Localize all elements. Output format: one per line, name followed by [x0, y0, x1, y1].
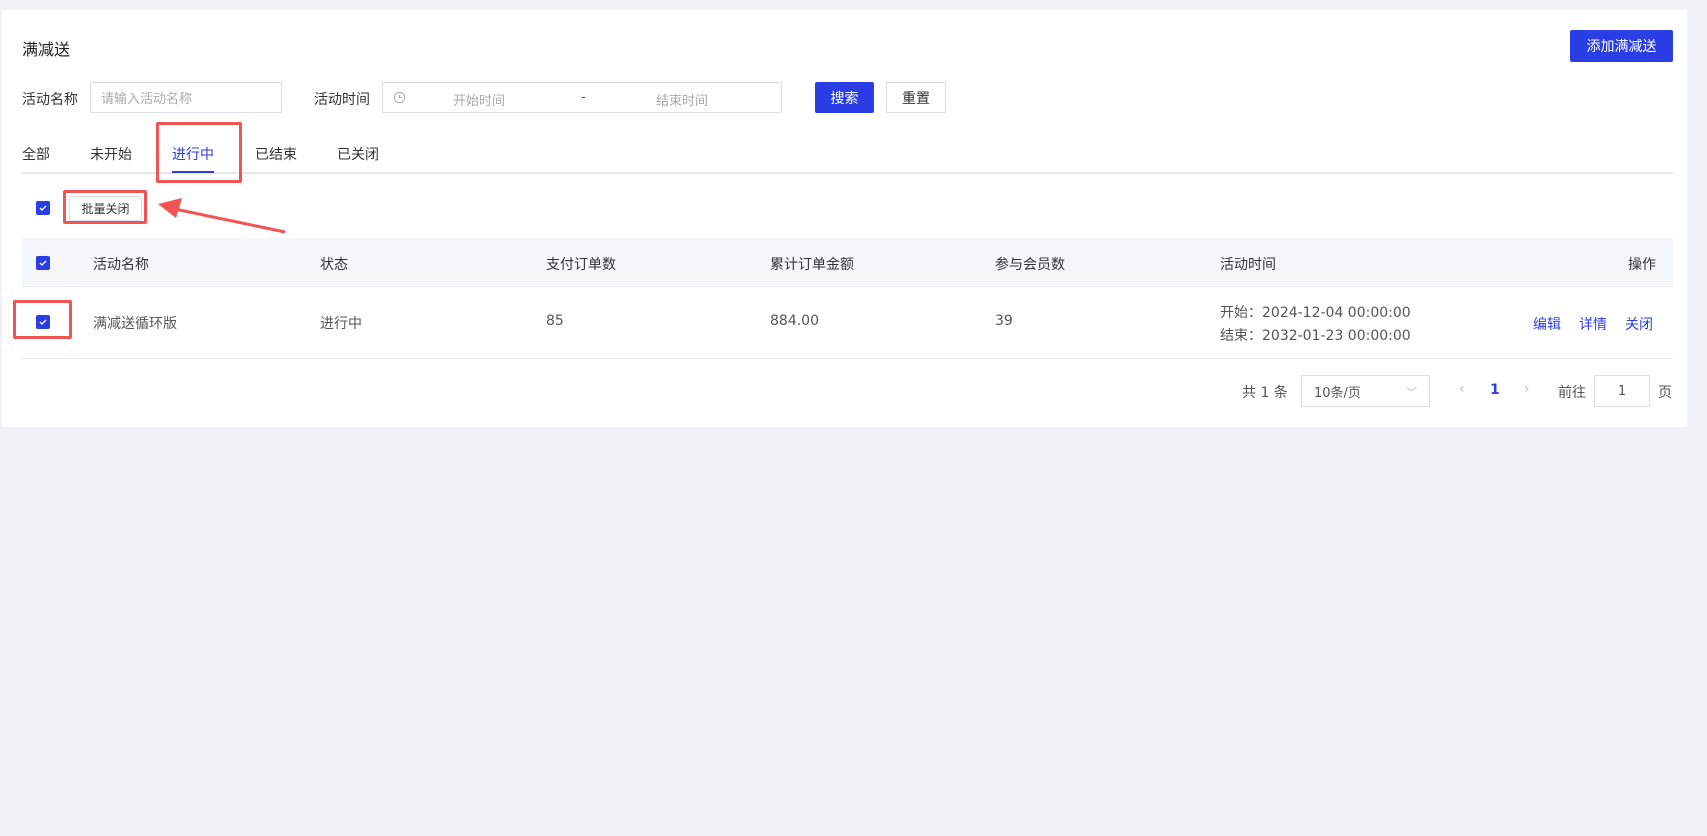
header-checkbox[interactable]	[36, 256, 50, 270]
clock-icon	[393, 91, 406, 108]
name-search-input[interactable]: 请输入活动名称	[90, 82, 282, 113]
col-paid-orders: 支付订单数	[546, 257, 616, 273]
search-button[interactable]: 搜索	[815, 82, 874, 113]
name-filter-label: 活动名称	[22, 92, 78, 108]
pagination-total: 共 1 条	[1242, 385, 1288, 401]
col-name: 活动名称	[93, 257, 149, 273]
cell-start-time: 开始：2024-12-04 00:00:00	[1220, 305, 1411, 321]
prev-page-icon[interactable]: ‹	[1459, 381, 1465, 397]
check-icon	[39, 205, 47, 211]
add-promotion-button[interactable]: 添加满减送	[1570, 30, 1673, 62]
close-link[interactable]: 关闭	[1625, 314, 1653, 334]
goto-label: 前往	[1558, 385, 1586, 401]
check-icon	[39, 260, 47, 266]
col-status: 状态	[320, 257, 348, 273]
reset-button[interactable]: 重置	[886, 82, 946, 113]
time-filter-label: 活动时间	[314, 92, 370, 108]
cell-status: 进行中	[320, 316, 362, 332]
tab-all[interactable]: 全部	[22, 144, 50, 164]
edit-link[interactable]: 编辑	[1533, 314, 1561, 334]
cell-total-amount: 884.00	[770, 313, 819, 329]
date-range-picker[interactable]: 开始时间 - 结束时间	[382, 82, 782, 113]
detail-link[interactable]: 详情	[1579, 314, 1607, 334]
start-time-input[interactable]: 开始时间	[453, 90, 505, 109]
tab-closed[interactable]: 已关闭	[337, 144, 379, 164]
next-page-icon[interactable]: ›	[1524, 381, 1530, 397]
tab-ended[interactable]: 已结束	[255, 144, 297, 164]
col-time: 活动时间	[1220, 257, 1276, 273]
page-title: 满减送	[22, 40, 71, 59]
page-size-value: 10条/页	[1314, 385, 1361, 401]
select-all-checkbox[interactable]	[36, 201, 50, 215]
page-number-current[interactable]: 1	[1490, 382, 1500, 398]
annotation-highlight-row-checkbox	[13, 300, 72, 339]
name-placeholder: 请输入活动名称	[101, 92, 193, 107]
page-suffix: 页	[1658, 385, 1672, 401]
cell-name: 满减送循环版	[93, 316, 177, 332]
col-total-amount: 累计订单金额	[770, 257, 854, 273]
range-separator: -	[581, 90, 586, 105]
tab-bar-divider	[22, 172, 1673, 174]
annotation-arrow-icon	[158, 198, 286, 234]
cell-end-time: 结束：2032-01-23 00:00:00	[1220, 328, 1411, 344]
cell-paid-orders: 85	[546, 313, 564, 329]
table-row	[22, 287, 1673, 359]
col-actions: 操作	[1628, 257, 1656, 273]
annotation-highlight-batch	[63, 190, 147, 224]
chevron-down-icon: ﹀	[1406, 386, 1417, 399]
end-time-input[interactable]: 结束时间	[656, 90, 708, 109]
cell-members: 39	[995, 313, 1013, 329]
col-members: 参与会员数	[995, 257, 1065, 273]
annotation-highlight-tab	[156, 122, 242, 183]
page-size-select[interactable]: 10条/页 ﹀	[1301, 375, 1430, 407]
tab-not-started[interactable]: 未开始	[90, 144, 132, 164]
goto-page-input[interactable]: 1	[1594, 375, 1650, 407]
